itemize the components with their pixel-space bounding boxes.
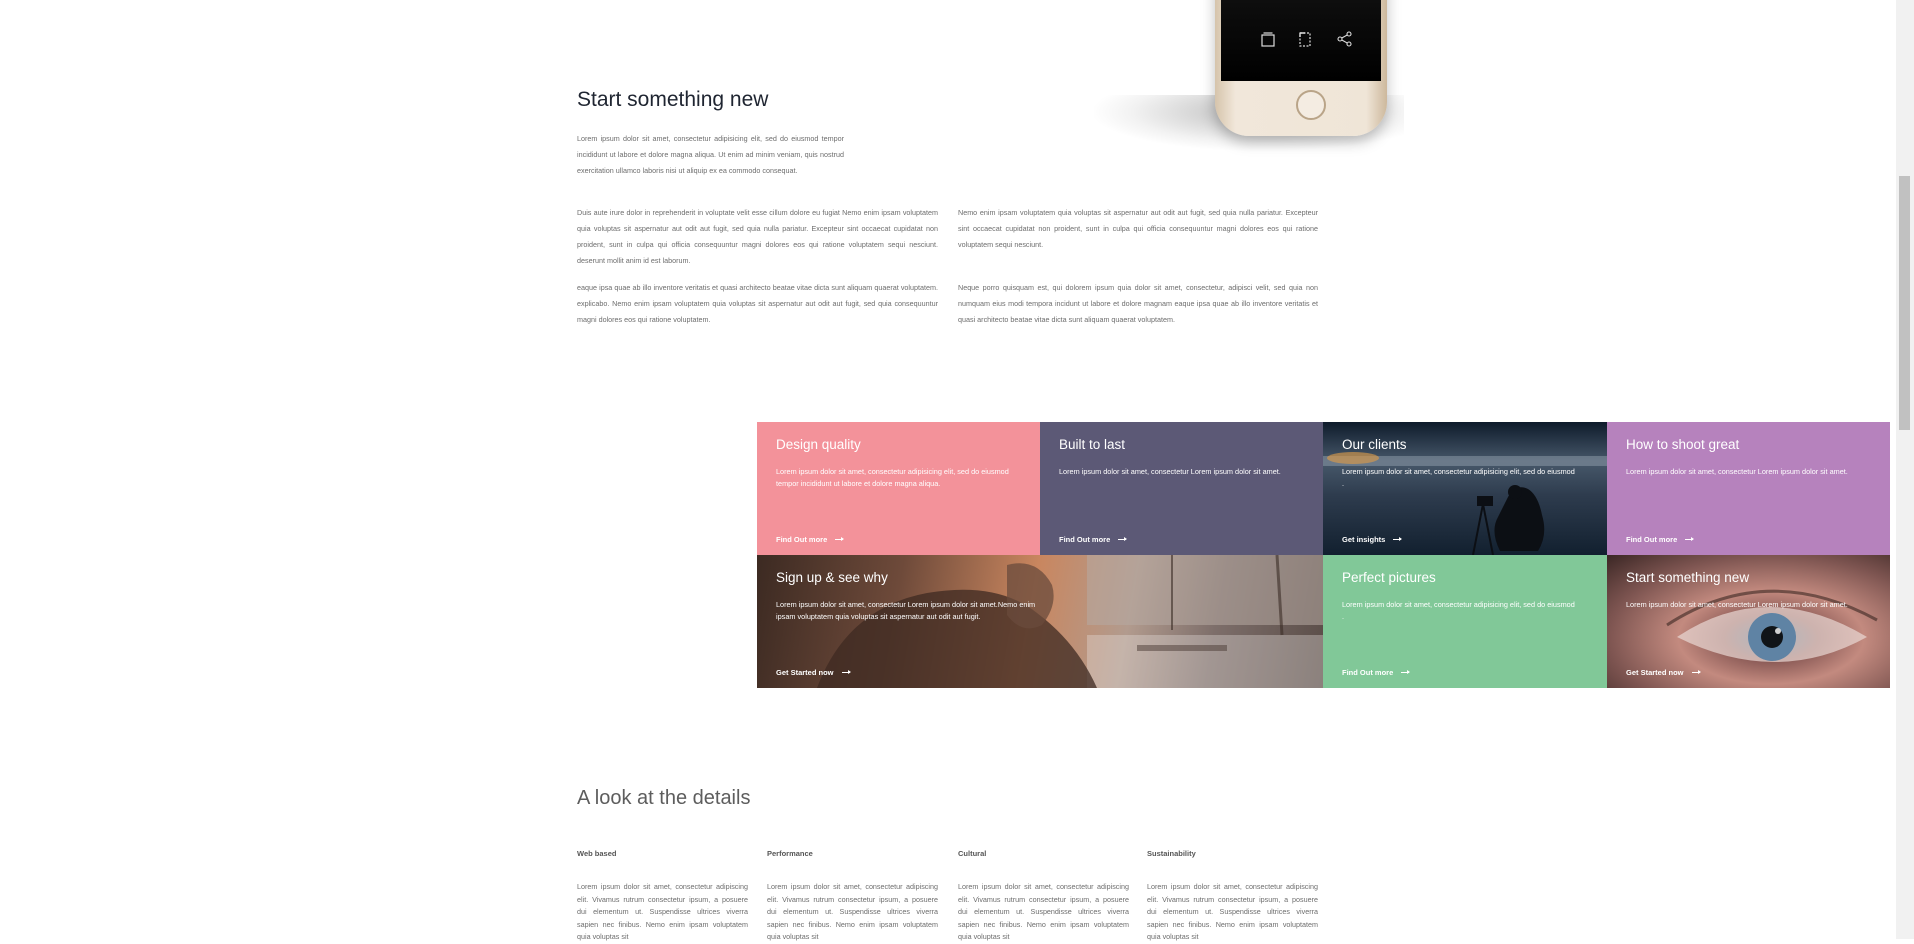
tile-how-to-shoot-great[interactable]: How to shoot great Lorem ipsum dolor sit…: [1607, 422, 1890, 555]
details-column-cultural: Cultural Lorem ipsum dolor sit amet, con…: [958, 849, 1129, 944]
tile-text: Lorem ipsum dolor sit amet, consectetur …: [776, 467, 1009, 488]
find-out-more-link[interactable]: Find Out more: [1626, 535, 1695, 544]
vertical-scrollbar[interactable]: [1896, 0, 1914, 939]
arrow-right-icon: [1118, 537, 1128, 541]
find-out-more-link[interactable]: Find Out more: [776, 535, 845, 544]
page: Start something new Lorem ipsum dolor si…: [0, 0, 1896, 941]
tile-sign-up[interactable]: Sign up & see why Lorem ipsum dolor sit …: [757, 555, 1323, 688]
get-started-link[interactable]: Get Started now: [1626, 668, 1701, 677]
cta-label: Find Out more: [776, 535, 828, 544]
intro-title: Start something new: [577, 88, 769, 111]
arrow-right-icon: [1401, 670, 1411, 674]
arrow-right-icon: [1393, 537, 1403, 541]
tile-title: How to shoot great: [1626, 437, 1740, 452]
column-heading: Performance: [767, 849, 813, 858]
tile-text: Lorem ipsum dolor sit amet, consectetur …: [1626, 467, 1848, 476]
crop-icon: [1299, 32, 1311, 47]
cta-label: Find Out more: [1059, 535, 1111, 544]
column-text: Lorem ipsum dolor sit amet, consectetur …: [767, 882, 938, 941]
intro-left-para-2: eaque ipsa quae ab illo inventore verita…: [577, 283, 938, 324]
get-started-link[interactable]: Get Started now: [776, 668, 851, 677]
tile-text: Lorem ipsum dolor sit amet, consectetur …: [1626, 600, 1848, 609]
tile-start-something-new[interactable]: Start something new Lorem ipsum dolor si…: [1607, 555, 1890, 688]
intro-right-para-2: Neque porro quisquam est, qui dolorem ip…: [958, 283, 1318, 324]
tile-design-quality[interactable]: Design quality Lorem ipsum dolor sit ame…: [757, 422, 1040, 555]
column-heading: Web based: [577, 849, 617, 858]
phone-home-button: [1296, 90, 1326, 120]
details-column-web-based: Web based Lorem ipsum dolor sit amet, co…: [577, 849, 748, 944]
intro-lead: Lorem ipsum dolor sit amet, consectetur …: [577, 134, 844, 175]
details-title: A look at the details: [577, 787, 751, 809]
find-out-more-link[interactable]: Find Out more: [1059, 535, 1128, 544]
tile-title: Our clients: [1342, 437, 1407, 452]
details-column-performance: Performance Lorem ipsum dolor sit amet, …: [767, 849, 938, 944]
intro-left-para-1: Duis aute irure dolor in reprehenderit i…: [577, 208, 938, 265]
column-heading: Sustainability: [1147, 849, 1196, 858]
tile-text: Lorem ipsum dolor sit amet, consectetur …: [1342, 467, 1575, 488]
tile-title: Start something new: [1626, 570, 1750, 585]
arrow-right-icon: [1685, 537, 1695, 541]
share-icon: [1337, 31, 1352, 47]
arrow-right-icon: [841, 670, 851, 674]
column-text: Lorem ipsum dolor sit amet, consectetur …: [958, 882, 1129, 941]
tile-text: Lorem ipsum dolor sit amet, consectetur …: [1342, 600, 1575, 621]
tile-perfect-pictures[interactable]: Perfect pictures Lorem ipsum dolor sit a…: [1323, 555, 1607, 688]
arrow-right-icon: [835, 537, 845, 541]
scrollbar-thumb[interactable]: [1899, 176, 1910, 430]
get-insights-link[interactable]: Get insights: [1342, 535, 1403, 544]
tile-title: Perfect pictures: [1342, 570, 1436, 585]
column-heading: Cultural: [958, 849, 987, 858]
arrow-right-icon: [1691, 670, 1701, 674]
find-out-more-link[interactable]: Find Out more: [1342, 668, 1411, 677]
tile-title: Design quality: [776, 437, 861, 452]
tile-our-clients[interactable]: Our clients Lorem ipsum dolor sit amet, …: [1323, 422, 1607, 555]
cta-label: Find Out more: [1342, 668, 1394, 677]
tile-built-to-last[interactable]: Built to last Lorem ipsum dolor sit amet…: [1040, 422, 1323, 555]
details-column-sustainability: Sustainability Lorem ipsum dolor sit ame…: [1147, 849, 1318, 944]
cta-label: Find Out more: [1626, 535, 1678, 544]
layers-icon: [1261, 32, 1275, 47]
tile-title: Built to last: [1059, 437, 1126, 452]
tile-text: Lorem ipsum dolor sit amet, consectetur …: [776, 600, 1036, 621]
cta-label: Get insights: [1342, 535, 1386, 544]
intro-right-para-1: Nemo enim ipsam voluptatem quia voluptas…: [958, 208, 1318, 249]
column-text: Lorem ipsum dolor sit amet, consectetur …: [577, 882, 748, 941]
cta-label: Get Started now: [776, 668, 834, 677]
cta-label: Get Started now: [1626, 668, 1684, 677]
column-text: Lorem ipsum dolor sit amet, consectetur …: [1147, 882, 1318, 941]
tile-text: Lorem ipsum dolor sit amet, consectetur …: [1059, 467, 1281, 476]
phone-mockup-image: [1084, 0, 1416, 158]
tile-title: Sign up & see why: [776, 570, 888, 585]
